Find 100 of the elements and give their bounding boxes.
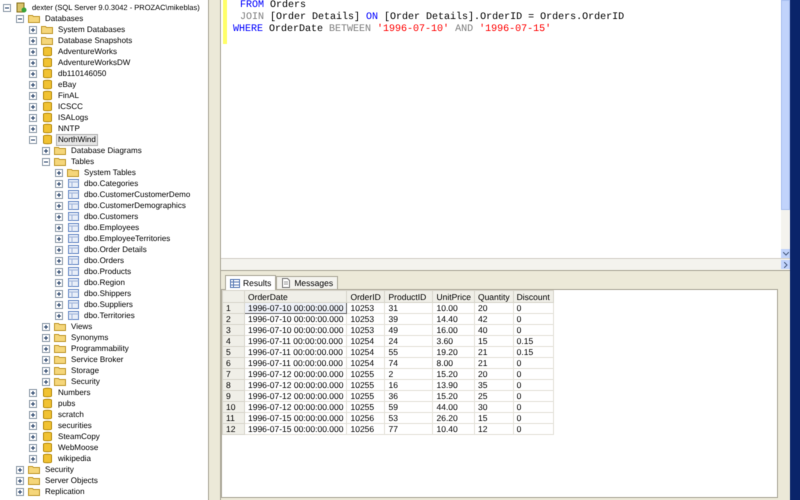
expand-icon[interactable] (16, 466, 24, 474)
tree-item-label[interactable]: dbo.CustomerDemographics (82, 200, 188, 212)
expand-icon[interactable] (55, 212, 63, 220)
row-number[interactable]: 3 (222, 324, 244, 336)
expand-icon[interactable] (16, 488, 24, 496)
expand-icon[interactable] (29, 410, 37, 418)
expand-icon[interactable] (55, 202, 63, 210)
tree-item-label[interactable]: Programmability (69, 342, 131, 354)
expand-icon[interactable] (42, 344, 50, 352)
expand-icon[interactable] (29, 124, 37, 132)
tree-item-label[interactable]: Security (43, 464, 76, 476)
expand-icon[interactable] (29, 48, 37, 56)
scroll-down-icon[interactable] (781, 249, 790, 258)
tree-item-label[interactable]: Database Diagrams (69, 144, 144, 156)
expand-icon[interactable] (55, 300, 63, 308)
tree-item-label[interactable]: ISALogs (56, 112, 90, 124)
expand-icon[interactable] (16, 476, 24, 484)
tree-item-label[interactable]: Numbers (56, 386, 92, 398)
column-header[interactable]: UnitPrice (432, 290, 474, 302)
expand-icon[interactable] (55, 224, 63, 232)
expand-icon[interactable] (29, 26, 37, 34)
tree-item-label[interactable]: dbo.EmployeeTerritories (82, 232, 172, 244)
tree-item-label[interactable]: securities (56, 420, 94, 432)
tree-item-label[interactable]: Database Snapshots (56, 34, 134, 46)
column-header[interactable]: Quantity (474, 290, 514, 302)
expand-icon[interactable] (29, 102, 37, 110)
expand-icon[interactable] (42, 366, 50, 374)
tree-item-label[interactable]: dbo.Categories (82, 178, 140, 190)
expand-icon[interactable] (29, 80, 37, 88)
row-number[interactable]: 4 (222, 336, 244, 346)
tree-item-label[interactable]: Server Objects (43, 474, 100, 486)
tree-item-label[interactable]: dbo.Orders (82, 254, 126, 266)
tree-item-label[interactable]: AdventureWorks (56, 46, 119, 58)
expand-icon[interactable] (55, 256, 63, 264)
tree-item-label[interactable]: pubs (56, 398, 78, 410)
row-number[interactable]: 9 (222, 390, 244, 402)
tree-item-label[interactable]: NorthWind (56, 134, 98, 146)
collapse-icon[interactable] (29, 136, 37, 144)
tree-item-label[interactable]: System Tables (82, 166, 138, 178)
collapse-icon[interactable] (3, 4, 11, 12)
tree-item-label[interactable]: Service Broker (69, 354, 126, 366)
expand-icon[interactable] (42, 322, 50, 330)
collapse-icon[interactable] (16, 14, 24, 22)
expand-icon[interactable] (29, 400, 37, 408)
tree-item-label[interactable]: dbo.Order Details (82, 244, 149, 256)
row-number[interactable]: 2 (222, 314, 244, 324)
expand-icon[interactable] (29, 92, 37, 100)
results-tab[interactable]: Messages (276, 276, 338, 289)
tree-item-label[interactable]: dbo.Employees (82, 222, 142, 234)
expand-icon[interactable] (55, 290, 63, 298)
expand-icon[interactable] (55, 312, 63, 320)
row-number[interactable]: 12 (222, 424, 244, 434)
expand-icon[interactable] (29, 444, 37, 452)
tree-item-label[interactable]: dbo.Territories (82, 310, 137, 322)
tree-item-label[interactable]: Security (69, 376, 102, 388)
expand-icon[interactable] (29, 432, 37, 440)
column-header[interactable]: OrderID (346, 290, 385, 302)
vertical-scrollbar[interactable] (781, 0, 790, 258)
tree-item-label[interactable]: dbo.Customers (82, 210, 140, 222)
tree-item-label[interactable]: WebMoose (56, 442, 100, 454)
expand-icon[interactable] (55, 190, 63, 198)
tree-item-label[interactable]: Replication (43, 486, 87, 498)
scroll-thumb[interactable] (781, 0, 790, 210)
results-tab[interactable]: Results (225, 275, 276, 290)
expand-icon[interactable] (42, 334, 50, 342)
expand-icon[interactable] (29, 422, 37, 430)
expand-icon[interactable] (55, 234, 63, 242)
tree-item-label[interactable]: wikipedia (56, 452, 93, 464)
expand-icon[interactable] (55, 168, 63, 176)
expand-icon[interactable] (55, 180, 63, 188)
tree-item-label[interactable]: AdventureWorksDW (56, 56, 132, 68)
row-number[interactable]: 7 (222, 368, 244, 380)
expand-icon[interactable] (29, 114, 37, 122)
column-header[interactable]: OrderDate (244, 290, 347, 302)
tree-item-label[interactable]: dbo.Region (82, 276, 127, 288)
expand-icon[interactable] (29, 454, 37, 462)
expand-icon[interactable] (29, 58, 37, 66)
row-number[interactable]: 10 (222, 402, 244, 412)
tree-item-label[interactable]: Tables (69, 156, 96, 168)
expand-icon[interactable] (55, 246, 63, 254)
row-number[interactable]: 8 (222, 380, 244, 390)
row-number[interactable]: 1 (222, 302, 244, 314)
tree-item-label[interactable]: System Databases (56, 24, 128, 36)
scroll-right-icon[interactable] (781, 260, 790, 269)
expand-icon[interactable] (55, 278, 63, 286)
column-header[interactable]: Discount (513, 290, 554, 302)
expand-icon[interactable] (29, 36, 37, 44)
tree-item-label[interactable]: dbo.Suppliers (82, 298, 135, 310)
tree-item-label[interactable]: db110146050 (56, 68, 108, 80)
column-header[interactable]: ProductID (384, 290, 433, 302)
tree-item-label[interactable]: Synonyms (69, 332, 110, 344)
tree-item-label[interactable]: scratch (56, 408, 86, 420)
expand-icon[interactable] (42, 356, 50, 364)
row-number[interactable]: 5 (222, 346, 244, 358)
tree-item-label[interactable]: dbo.Shippers (82, 288, 134, 300)
expand-icon[interactable] (55, 268, 63, 276)
tree-item-label[interactable]: NNTP (56, 122, 82, 134)
row-number[interactable]: 6 (222, 358, 244, 368)
tree-item-label[interactable]: dbo.CustomerCustomerDemo (82, 188, 192, 200)
expand-icon[interactable] (29, 388, 37, 396)
